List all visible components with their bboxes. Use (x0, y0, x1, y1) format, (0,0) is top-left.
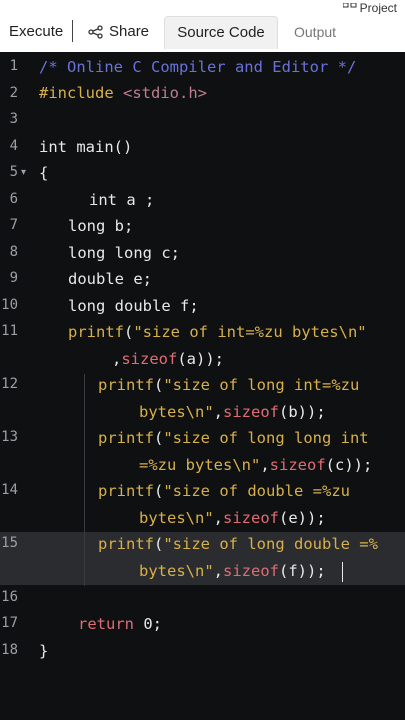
printf-call: printf (98, 482, 154, 500)
execute-button[interactable]: Execute (9, 18, 63, 46)
share-label: Share (109, 23, 150, 40)
comma: , (213, 509, 223, 527)
include-directive: #include (39, 84, 114, 102)
comma: , (213, 562, 223, 580)
text-cursor (342, 562, 343, 582)
code-line-12-wrap: bytes\n",sizeof(b)); (139, 401, 326, 423)
line-number: 3 (9, 111, 18, 127)
code-line-14-wrap: bytes\n",sizeof(e)); (139, 507, 326, 529)
string-literal: bytes\n" (139, 562, 214, 580)
code-line-1: /* Online C Compiler and Editor */ (39, 58, 357, 76)
return-keyword: return (78, 615, 134, 633)
tab-source-code[interactable]: Source Code (164, 16, 278, 49)
line-number: 13 (1, 429, 18, 445)
sizeof-keyword: sizeof (269, 456, 326, 474)
line-number: 10 (1, 297, 18, 313)
line-number: 4 (9, 138, 18, 154)
project-label: Project (359, 1, 397, 14)
code-line-10: long double f; (68, 297, 199, 315)
sizeof-keyword: sizeof (223, 403, 279, 421)
paren: ( (154, 376, 164, 394)
code-line-12: printf("size of long int=%zu (98, 374, 359, 396)
line-number: 11 (1, 323, 18, 339)
code-line-17: return 0; (78, 613, 162, 635)
comma: , (112, 350, 122, 368)
string-literal: "size of long int=%zu (163, 376, 360, 394)
string-literal: bytes\n" (139, 403, 214, 421)
code-line-15: printf("size of long double =% (98, 533, 378, 555)
code-line-4: int main() (39, 138, 133, 156)
code-line-2: #include <stdio.h> (39, 82, 207, 104)
code-line-11-wrap: ,sizeof(a)); (112, 348, 224, 370)
code-line-5: { (39, 164, 49, 182)
share-button[interactable]: Share (88, 18, 149, 46)
code-line-13-wrap: =%zu bytes\n",sizeof(c)); (139, 454, 372, 476)
line-number: 1 (9, 58, 18, 74)
line-number: 7 (9, 217, 18, 233)
paren: ( (154, 535, 164, 553)
code-line-9: double e; (68, 270, 152, 288)
code-line-8: long long c; (68, 244, 180, 262)
include-header: <stdio.h> (123, 84, 207, 102)
printf-call: printf (68, 323, 124, 341)
call-args: (a)); (177, 350, 225, 368)
code-line-6: int a ; (89, 191, 155, 209)
paren: ( (154, 429, 164, 447)
line-number: 14 (1, 482, 18, 498)
line-number: 15 (1, 535, 18, 551)
code-line-15-wrap: bytes\n",sizeof(f)); (139, 560, 326, 582)
project-grid-icon (342, 3, 357, 8)
line-number: 17 (1, 615, 18, 631)
line-number: 8 (9, 244, 18, 260)
line-number: 18 (1, 642, 18, 658)
tab-output[interactable]: Output (294, 18, 336, 46)
string-literal: "size of int=%zu bytes\n" (133, 323, 367, 341)
code-line-7: long b; (68, 217, 134, 235)
call-args: (c)); (325, 456, 373, 474)
sizeof-keyword: sizeof (223, 562, 279, 580)
project-link[interactable]: Project (342, 0, 397, 14)
line-number: 16 (1, 589, 18, 605)
code-line-11: printf("size of int=%zu bytes\n" (68, 321, 367, 343)
return-value: 0; (134, 615, 162, 633)
printf-call: printf (98, 429, 154, 447)
string-literal: =%zu bytes\n" (139, 456, 261, 474)
string-literal: "size of long long int (163, 429, 369, 447)
call-args: (e)); (279, 509, 326, 527)
indent-guide (84, 374, 85, 586)
paren: ( (124, 323, 134, 341)
code-line-13: printf("size of long long int (98, 427, 369, 449)
line-number: 6 (9, 191, 18, 207)
code-line-18: } (39, 642, 49, 660)
code-line-14: printf("size of double =%zu (98, 480, 350, 502)
paren: ( (154, 482, 164, 500)
call-args: (f)); (279, 562, 326, 580)
code-editor[interactable]: 1 2 3 4 5 ▾ 6 7 8 9 10 11 12 13 14 15 16… (0, 52, 405, 720)
fold-arrow-icon[interactable]: ▾ (21, 167, 26, 178)
sizeof-keyword: sizeof (121, 350, 178, 368)
comma: , (260, 456, 270, 474)
string-literal: "size of long double =% (163, 535, 378, 553)
line-number: 2 (9, 85, 18, 101)
line-number: 5 (9, 164, 18, 180)
line-number: 12 (1, 376, 18, 392)
printf-call: printf (98, 535, 154, 553)
toolbar-divider (72, 20, 73, 42)
string-literal: "size of double =%zu (163, 482, 350, 500)
toolbar: Project Execute Share Source Code Output (0, 0, 405, 53)
share-icon (88, 25, 103, 39)
call-args: (b)); (279, 403, 326, 421)
comma: , (213, 403, 223, 421)
line-number: 9 (9, 270, 18, 286)
sizeof-keyword: sizeof (223, 509, 279, 527)
printf-call: printf (98, 376, 154, 394)
string-literal: bytes\n" (139, 509, 214, 527)
